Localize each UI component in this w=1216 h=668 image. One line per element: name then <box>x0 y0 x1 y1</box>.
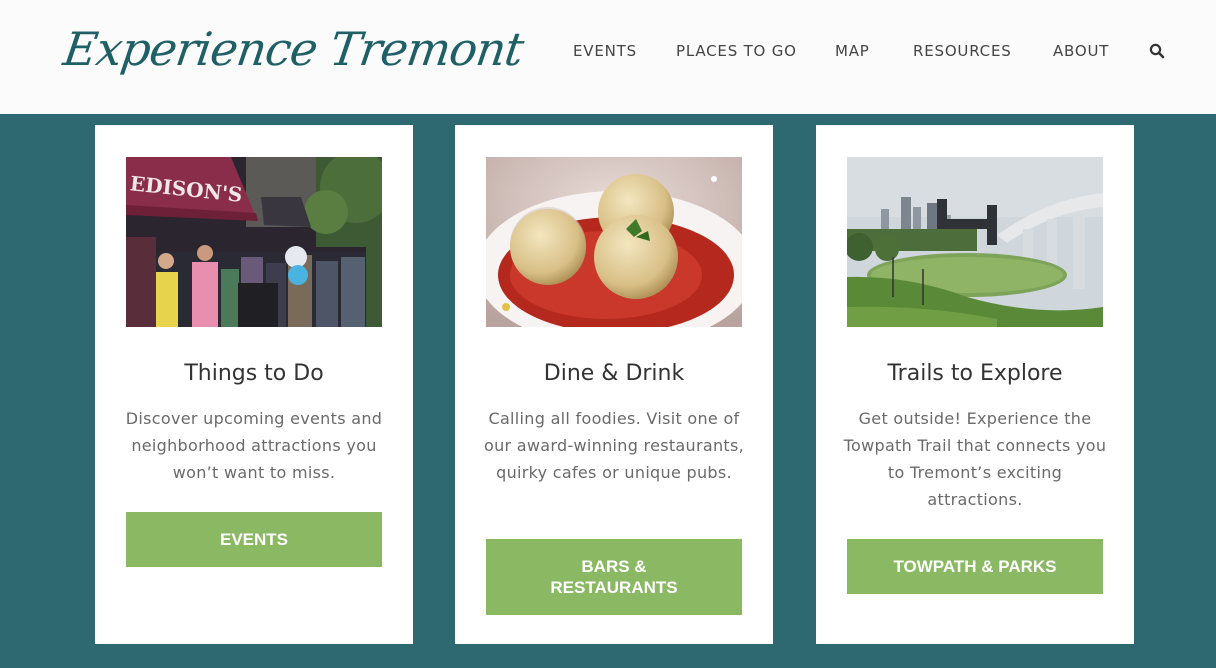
events-button[interactable]: EVENTS <box>126 512 382 567</box>
bars-and-restaurants-button[interactable]: BARS & RESTAURANTS <box>486 539 742 615</box>
search-icon[interactable] <box>1148 42 1166 60</box>
card-description: Calling all foodies. Visit one of our aw… <box>484 409 744 482</box>
nav-item-about[interactable]: ABOUT <box>1053 40 1109 62</box>
card-title: Trails to Explore <box>887 361 1063 386</box>
card-title: Things to Do <box>184 361 324 386</box>
nav-item-resources[interactable]: RESOURCES <box>913 40 1012 62</box>
things-to-do-photo: EDISON'S <box>126 157 382 327</box>
card-title: Dine & Drink <box>543 361 685 386</box>
trails-to-explore-photo <box>847 157 1103 327</box>
nav-item-places-to-go[interactable]: PLACES TO GO <box>676 40 797 62</box>
nav-item-events[interactable]: EVENTS <box>573 40 637 62</box>
card-trails-to-explore: Trails to Explore Get outside! Experienc… <box>816 125 1134 644</box>
main-nav: EVENTS PLACES TO GO MAP RESOURCES ABOUT <box>0 40 1216 62</box>
card-dine-and-drink: Dine & Drink Calling all foodies. Visit … <box>455 125 773 644</box>
towpath-and-parks-button[interactable]: TOWPATH & PARKS <box>847 539 1103 594</box>
site-header: Experience Tremont EVENTS PLACES TO GO M… <box>0 0 1216 114</box>
card-things-to-do: EDISON'S Things to Do Discover upcoming … <box>95 125 413 644</box>
card-description: Get outside! Experience the Towpath Trai… <box>843 409 1107 509</box>
nav-item-map[interactable]: MAP <box>835 40 870 62</box>
dine-and-drink-photo <box>486 157 742 327</box>
card-description: Discover upcoming events and neighborhoo… <box>125 409 383 482</box>
